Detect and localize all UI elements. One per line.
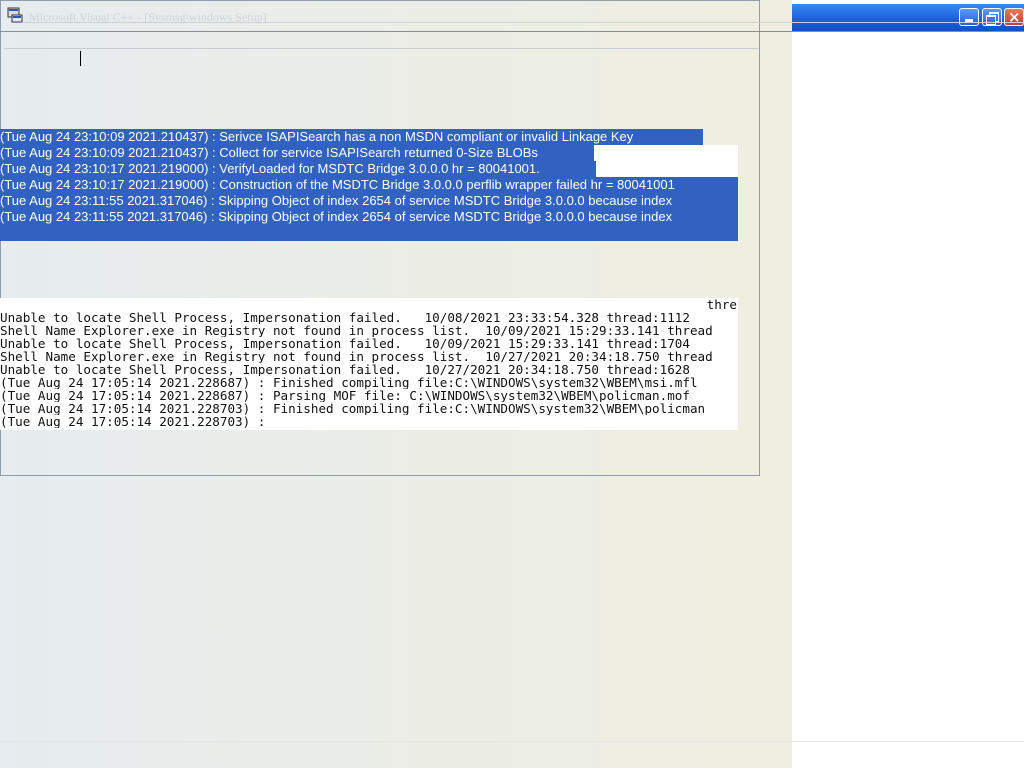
log-line: Shell Name Explorer.exe in Registry not … — [0, 324, 713, 337]
log-line: Unable to locate Shell Process, Imperson… — [0, 311, 690, 324]
close-icon: × — [1008, 8, 1021, 26]
log-line: (Tue Aug 24 23:11:55 2021.317046) : Skip… — [0, 193, 738, 209]
text-cursor — [80, 51, 81, 66]
log-line: Unable to locate Shell Process, Imperson… — [0, 337, 690, 350]
restore-button[interactable] — [982, 8, 1002, 26]
close-button[interactable]: × — [1004, 8, 1024, 26]
window-title-bar[interactable]: Microsoft Visual C++ - [Sysmsg\windows S… — [1, 1, 759, 31]
divider — [0, 741, 1024, 742]
log-line: (Tue Aug 24 17:05:14 2021.228687) : Pars… — [0, 389, 690, 402]
log-line: (Tue Aug 24 23:10:17 2021.219000) : Veri… — [0, 161, 596, 177]
selected-log-text[interactable]: (Tue Aug 24 23:10:09 2021.210437) : Seri… — [0, 129, 738, 241]
app-window-icon — [7, 7, 23, 23]
minimize-button[interactable] — [959, 8, 979, 26]
restore-icon-front — [986, 15, 996, 25]
log-line: thre — [706, 298, 737, 311]
log-line: (Tue Aug 24 17:05:14 2021.228703) : — [0, 415, 266, 428]
log-line: (Tue Aug 24 17:05:14 2021.228703) : Fini… — [0, 402, 706, 415]
log-line: (Tue Aug 24 17:05:14 2021.228687) : Fini… — [0, 376, 698, 389]
log-line: (Tue Aug 24 23:11:55 2021.317046) : Skip… — [0, 209, 738, 225]
log-line: (Tue Aug 24 23:10:09 2021.210437) : Coll… — [0, 145, 594, 161]
empty-area — [792, 32, 1024, 768]
divider — [0, 31, 1024, 32]
log-line: Unable to locate Shell Process, Imperson… — [0, 363, 690, 376]
selection-tail — [0, 225, 738, 241]
log-line: (Tue Aug 24 23:10:17 2021.219000) : Cons… — [0, 177, 738, 193]
divider — [4, 48, 758, 49]
plain-log-text[interactable]: thre Unable to locate Shell Process, Imp… — [0, 298, 738, 430]
log-line: Shell Name Explorer.exe in Registry not … — [0, 350, 713, 363]
log-line: (Tue Aug 24 23:10:09 2021.210437) : Seri… — [0, 129, 703, 145]
divider — [22, 22, 1024, 23]
